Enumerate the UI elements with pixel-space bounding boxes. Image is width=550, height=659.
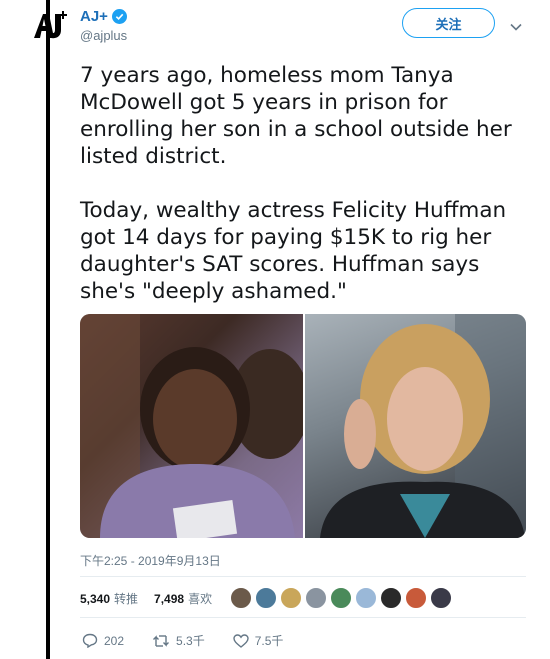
liker-avatar[interactable] [430,587,452,609]
liker-avatar[interactable] [355,587,377,609]
retweets-label[interactable]: 转推 [114,590,138,607]
divider-bottom [80,617,526,618]
retweets-count[interactable]: 5,340 [80,592,110,606]
tweet-media[interactable] [80,314,526,538]
reply-icon [82,633,98,648]
chevron-down-icon[interactable] [510,18,522,36]
tweet-paragraph-1: 7 years ago, homeless mom Tanya McDowell… [80,63,512,169]
photo-right-illustration [320,314,526,538]
likes-count[interactable]: 7,498 [154,592,184,606]
retweet-count: 5.3千 [176,634,205,648]
like-count: 7.5千 [254,634,284,648]
like-action[interactable]: 7.5千 [233,632,284,649]
tweet-text: 7 years ago, homeless mom Tanya McDowell… [80,62,530,305]
reply-action[interactable]: 202 [82,633,124,648]
retweet-action[interactable]: 5.3千 [152,632,205,649]
liker-avatar[interactable] [280,587,302,609]
divider-top [80,576,526,577]
liker-avatar[interactable] [330,587,352,609]
engagement-stats: 5,340 转推 7,498 喜欢 [80,590,212,607]
account-name-link[interactable]: AJ+ [80,8,127,25]
photo-tanya-mcdowell[interactable] [80,314,310,538]
reply-count: 202 [104,633,125,648]
liker-avatar[interactable] [230,587,252,609]
liker-avatar[interactable] [405,587,427,609]
tweet-actions: 202 5.3千 7.5千 [82,632,311,649]
follow-button[interactable]: 关注 [402,8,495,38]
ajplus-logo[interactable] [32,10,68,42]
thread-line [46,0,50,659]
liker-avatars [230,587,452,609]
photo-left-illustration [80,314,310,538]
likes-label[interactable]: 喜欢 [188,590,212,607]
retweet-icon [153,634,170,647]
liker-avatar[interactable] [305,587,327,609]
tweet-timestamp[interactable]: 下午2:25 - 2019年9月13日 [80,552,221,569]
account-handle[interactable]: @ajplus [80,28,127,43]
ajplus-logo-icon [34,11,67,39]
verified-badge-icon [111,9,127,24]
account-name[interactable]: AJ+ [80,8,108,25]
heart-icon [233,633,249,648]
tweet-paragraph-2: Today, wealthy actress Felicity Huffman … [80,198,507,304]
photo-felicity-huffman[interactable] [303,314,526,538]
liker-avatar[interactable] [255,587,277,609]
liker-avatar[interactable] [380,587,402,609]
